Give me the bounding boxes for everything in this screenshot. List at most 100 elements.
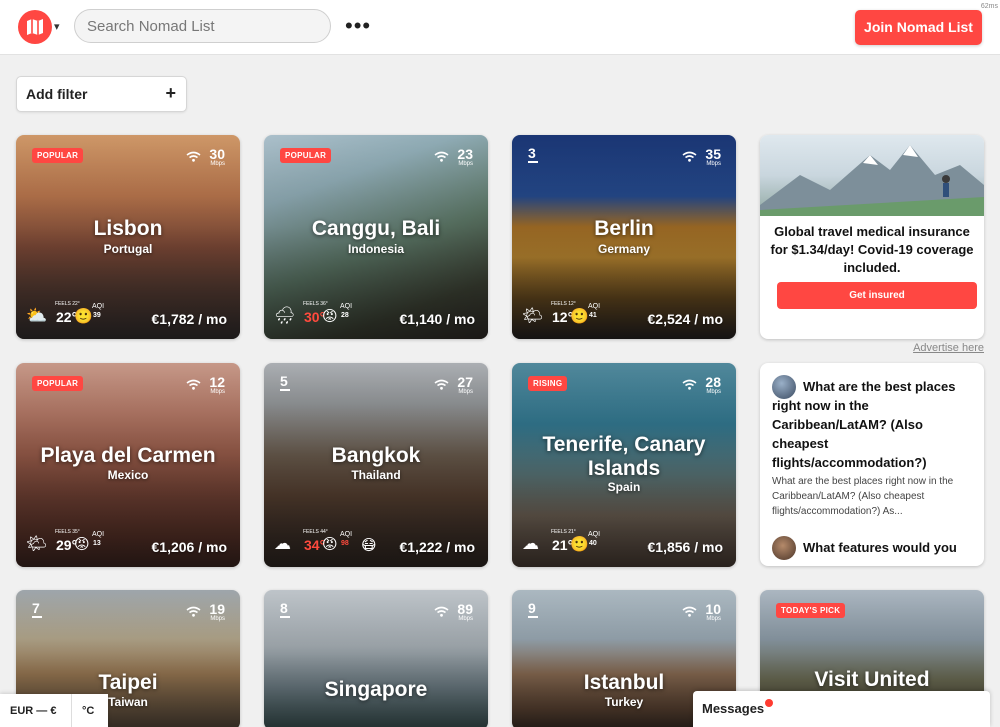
aqi-value: 98 xyxy=(341,540,349,547)
wifi-icon xyxy=(682,606,697,617)
wifi-speed: 12 Mbps xyxy=(186,375,225,395)
forum-snippet: What are the best places right now in th… xyxy=(772,476,954,517)
wifi-speed-value: 27 xyxy=(457,374,473,390)
add-filter-label: Add filter xyxy=(26,86,88,102)
wifi-speed: 23 Mbps xyxy=(434,147,473,167)
cost-of-living: €1,140 / mo xyxy=(399,311,476,327)
angry-face-icon: 😡 xyxy=(322,308,338,325)
popular-badge: POPULAR xyxy=(32,376,84,391)
aqi-label: AQI xyxy=(340,303,353,310)
sun-cloud-icon: 🌤 xyxy=(522,306,544,325)
country-name: Indonesia xyxy=(347,242,404,256)
wifi-speed-unit: Mbps xyxy=(706,161,721,167)
aqi-value: 40 xyxy=(589,540,597,547)
angry-face-icon: 😡 xyxy=(74,536,90,553)
get-insured-button[interactable]: Get insured xyxy=(777,282,977,309)
advertise-link[interactable]: Advertise here xyxy=(913,342,984,354)
mask-face-icon: 😷 xyxy=(361,537,377,554)
wifi-icon xyxy=(434,151,449,162)
aqi-value: 13 xyxy=(93,540,101,547)
chevron-down-icon[interactable]: ▾ xyxy=(54,20,60,33)
messages-label: Messages xyxy=(702,701,765,716)
avatar xyxy=(772,536,796,560)
city-card-lisbon[interactable]: POPULAR 30 Mbps Lisbon Portugal ⛅ FEELS … xyxy=(16,135,240,339)
wifi-speed-unit: Mbps xyxy=(706,616,721,622)
rank-number: 8 xyxy=(280,600,290,618)
render-time: 62ms xyxy=(980,3,998,10)
wifi-speed-value: 30 xyxy=(209,146,225,162)
country-name: Portugal xyxy=(103,242,153,256)
wifi-speed-unit: Mbps xyxy=(210,616,225,622)
map-icon xyxy=(27,19,43,35)
cloud-sun-icon: ⛅ xyxy=(26,306,48,325)
popular-badge: POPULAR xyxy=(32,148,84,163)
city-name: Tenerife, Canary Islands xyxy=(542,433,706,480)
search-input[interactable] xyxy=(74,9,331,43)
wifi-speed: 35 Mbps xyxy=(682,147,721,167)
city-card-berlin[interactable]: 3 35 Mbps Berlin Germany 🌤 FEELS 12° 12°… xyxy=(512,135,736,339)
country-name: Mexico xyxy=(107,468,149,482)
wifi-speed-unit: Mbps xyxy=(210,161,225,167)
angry-face-icon: 😡 xyxy=(322,536,338,553)
wifi-speed: 10 Mbps xyxy=(682,601,721,622)
more-menu-icon[interactable]: ••• xyxy=(345,14,371,38)
wifi-speed: 28 Mbps xyxy=(682,374,721,395)
forum-question[interactable]: What are the best places right now in th… xyxy=(772,377,977,472)
cost-of-living: €1,222 / mo xyxy=(399,539,476,555)
wifi-speed-value: 10 xyxy=(705,601,721,617)
country-name: Spain xyxy=(607,480,641,494)
wifi-speed: 30 Mbps xyxy=(186,146,225,167)
wifi-speed-unit: Mbps xyxy=(706,389,721,395)
wifi-icon xyxy=(682,151,697,162)
forum-card[interactable]: What are the best places right now in th… xyxy=(760,363,984,566)
mountain-image xyxy=(760,135,984,216)
wifi-icon xyxy=(434,606,449,617)
add-filter-button[interactable]: Add filter + xyxy=(16,76,187,112)
currency-selector[interactable]: EUR — € °C xyxy=(0,694,108,727)
city-card-singapore[interactable]: 8 89 Mbps Singapore xyxy=(264,590,488,727)
city-name: Singapore xyxy=(324,678,428,701)
wifi-icon xyxy=(186,151,201,162)
city-name: Visit United xyxy=(814,668,930,691)
wifi-speed-unit: Mbps xyxy=(458,616,473,622)
city-name: Bangkok xyxy=(331,444,421,467)
divider xyxy=(71,694,72,727)
rising-badge: RISING xyxy=(528,376,568,391)
rank-number: 3 xyxy=(528,145,538,163)
cloud-icon: ☁ xyxy=(274,534,291,553)
wifi-speed-unit: Mbps xyxy=(458,389,473,395)
aqi-label: AQI xyxy=(92,531,105,538)
forum-question[interactable]: What features would you xyxy=(803,538,983,557)
aqi-label: AQI xyxy=(92,303,105,310)
popular-badge: POPULAR xyxy=(280,148,332,163)
smile-face-icon: 🙂 xyxy=(74,308,93,325)
aqi-value: 39 xyxy=(93,312,101,319)
cost-of-living: €2,524 / mo xyxy=(647,311,724,327)
nomad-list-logo[interactable] xyxy=(18,10,52,44)
notification-dot xyxy=(765,699,773,707)
country-name: Germany xyxy=(597,242,651,256)
wifi-speed-unit: Mbps xyxy=(458,161,473,167)
join-button[interactable]: Join Nomad List xyxy=(855,10,982,45)
city-card-bangkok[interactable]: 5 27 Mbps Bangkok Thailand ☁ FEELS 44° 3… xyxy=(264,363,488,567)
country-name: Thailand xyxy=(351,468,401,482)
sun-cloud-icon: 🌤 xyxy=(26,534,48,553)
messages-panel[interactable]: Messages xyxy=(693,691,990,727)
city-name: Taipei xyxy=(98,671,158,694)
ad-copy: Global travel medical insurance for $1.3… xyxy=(770,224,974,275)
smile-face-icon: 🙂 xyxy=(570,536,589,553)
cost-of-living: €1,856 / mo xyxy=(647,539,724,555)
city-card-playa-del-carmen[interactable]: POPULAR 12 Mbps Playa del Carmen Mexico … xyxy=(16,363,240,567)
insurance-ad-card[interactable]: Global travel medical insurance for $1.3… xyxy=(760,135,984,339)
wifi-speed-value: 28 xyxy=(705,374,721,390)
rank-number: 9 xyxy=(528,600,538,618)
aqi-value: 28 xyxy=(341,312,349,319)
plus-icon: + xyxy=(165,83,176,103)
cost-of-living: €1,782 / mo xyxy=(151,311,228,327)
temperature-unit-toggle[interactable]: °C xyxy=(82,705,94,717)
city-card-canggu[interactable]: POPULAR 23 Mbps Canggu, Bali Indonesia 🌧… xyxy=(264,135,488,339)
city-name: Lisbon xyxy=(93,217,163,240)
currency-value[interactable]: EUR — € xyxy=(10,705,56,717)
wifi-speed: 27 Mbps xyxy=(434,374,473,395)
city-card-tenerife[interactable]: RISING 28 Mbps Tenerife, Canary Islands … xyxy=(512,363,736,567)
